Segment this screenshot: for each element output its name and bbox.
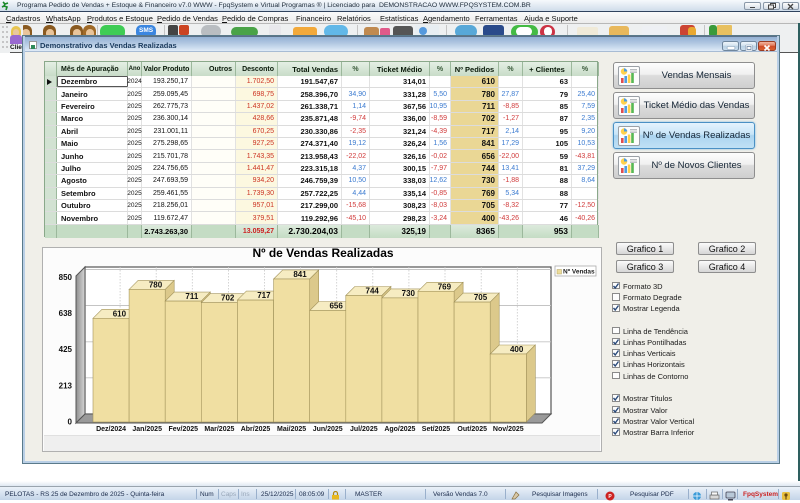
- svg-text:0: 0: [68, 418, 73, 427]
- svg-text:705: 705: [474, 293, 488, 302]
- svg-text:400: 400: [510, 345, 524, 354]
- svg-text:Fev/2025: Fev/2025: [169, 426, 199, 433]
- svg-text:Nº Vendas: Nº Vendas: [563, 269, 595, 276]
- svg-text:Set/2025: Set/2025: [422, 426, 451, 433]
- svg-text:Mai/2025: Mai/2025: [277, 426, 306, 433]
- svg-text:Dez/2024: Dez/2024: [96, 426, 126, 433]
- svg-text:Jul/2025: Jul/2025: [350, 426, 378, 433]
- svg-text:717: 717: [257, 291, 271, 300]
- svg-text:Nov/2025: Nov/2025: [493, 426, 524, 433]
- svg-text:638: 638: [59, 309, 73, 318]
- svg-text:656: 656: [329, 302, 343, 311]
- svg-text:850: 850: [59, 273, 73, 282]
- svg-text:610: 610: [113, 309, 127, 318]
- svg-text:841: 841: [293, 270, 307, 279]
- svg-text:Jun/2025: Jun/2025: [313, 426, 343, 433]
- svg-text:425: 425: [59, 345, 73, 354]
- svg-text:711: 711: [185, 292, 198, 301]
- svg-text:Ago/2025: Ago/2025: [384, 426, 415, 433]
- svg-text:702: 702: [221, 294, 235, 303]
- svg-text:213: 213: [59, 381, 73, 390]
- svg-text:Out/2025: Out/2025: [457, 426, 487, 433]
- svg-text:769: 769: [438, 282, 452, 291]
- svg-text:Abr/2025: Abr/2025: [241, 426, 271, 433]
- svg-text:730: 730: [402, 289, 416, 298]
- svg-text:780: 780: [149, 280, 163, 289]
- svg-text:Jan/2025: Jan/2025: [132, 426, 162, 433]
- svg-text:744: 744: [366, 287, 380, 296]
- svg-text:Mar/2025: Mar/2025: [204, 426, 234, 433]
